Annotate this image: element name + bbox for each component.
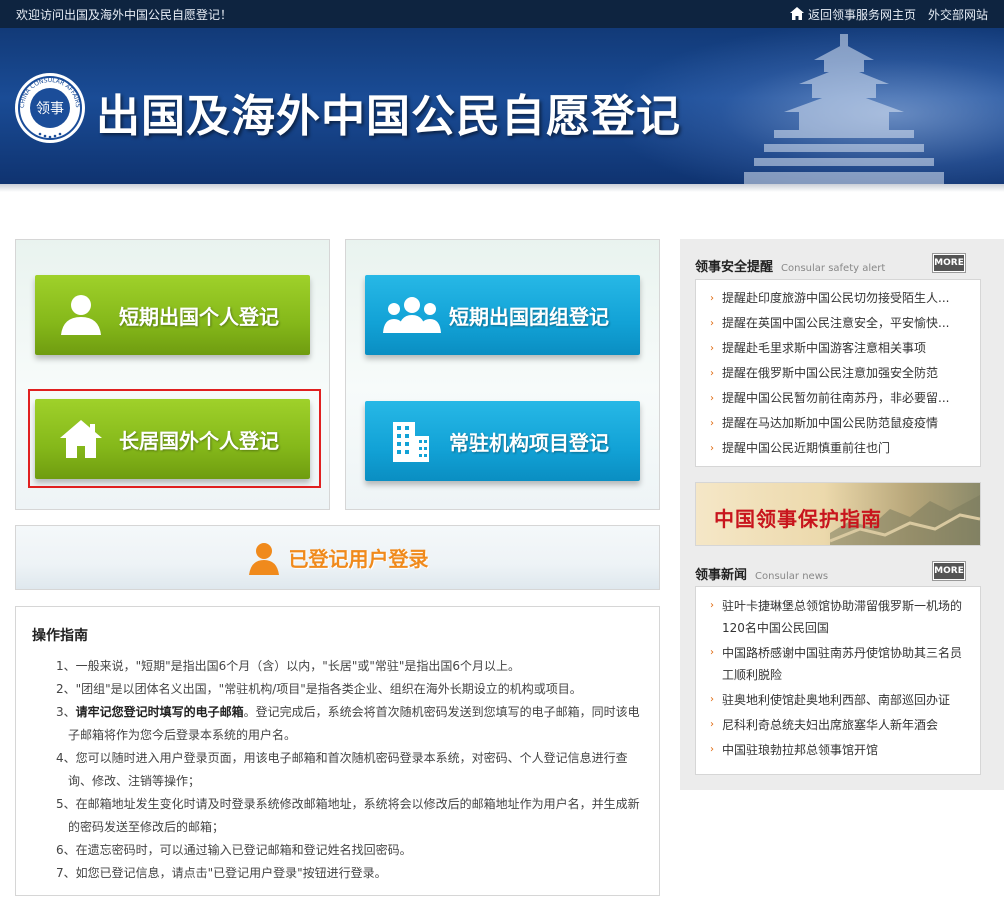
list-item[interactable]: › 提醒在马达加斯加中国公民防范鼠疫疫情 (708, 411, 970, 436)
arrow-icon: › (710, 744, 714, 755)
arrow-icon: › (710, 393, 714, 404)
top-links: 返回领事服务网主页 外交部网站 (789, 6, 988, 23)
guide-item: 6、在遗忘密码时，可以通过输入已登记邮箱和登记姓名找回密码。 (56, 843, 412, 857)
list-item[interactable]: › 驻奥地利使馆赴奥地利西部、南部巡回办证 (708, 689, 970, 711)
arrow-icon: › (710, 318, 714, 329)
list-item[interactable]: › 驻叶卡捷琳堡总领馆协助滞留俄罗斯一机场的120名中国公民回国 (708, 595, 970, 639)
arrow-icon: › (710, 694, 714, 705)
safety-alert-subtitle: Consular safety alert (781, 263, 886, 274)
guide-list: 1、一般来说，"短期"是指出国6个月（含）以内，"长居"或"常驻"是指出国6个月… (32, 655, 643, 885)
list-item[interactable]: › 提醒中国公民暂勿前往南苏丹，非必要留... (708, 386, 970, 411)
list-item-text: 中国路桥感谢中国驻南苏丹使馆协助其三名员工顺利脱险 (722, 646, 963, 682)
consular-news-list: › 驻叶卡捷琳堡总领馆协助滞留俄罗斯一机场的120名中国公民回国 › 中国路桥感谢中… (695, 586, 981, 775)
list-item-text: 提醒赴毛里求斯中国游客注意相关事项 (722, 341, 927, 355)
short-personal-register-label: 短期出国个人登记 (119, 304, 279, 329)
site-title: 出国及海外中国公民自愿登记 (96, 91, 681, 142)
building-icon (383, 416, 439, 466)
short-group-register-label: 短期出国团组登记 (449, 304, 609, 329)
home-icon (789, 7, 804, 20)
promo-text: 中国领事保护指南 (714, 507, 882, 531)
banner-shadow (0, 184, 1004, 192)
user-icon (248, 542, 279, 575)
arrow-icon: › (710, 719, 714, 730)
list-item[interactable]: › 提醒在英国中国公民注意安全，平安愉快... (708, 311, 970, 336)
consular-news-header: 领事新闻 Consular news (695, 564, 828, 584)
list-item-text: 提醒中国公民近期慎重前往也门 (722, 441, 891, 455)
registered-user-login-button[interactable]: 已登记用户登录 (15, 525, 660, 590)
guide-item-emphasis: 请牢记您登记时填写的电子邮箱 (75, 705, 244, 719)
arrow-icon: › (710, 343, 714, 354)
safety-alert-list: › 提醒赴印度旅游中国公民切勿接受陌生人... › 提醒在英国中国公民注意安全，平安… (695, 279, 981, 467)
consular-news-subtitle: Consular news (755, 571, 829, 582)
list-item-text: 提醒在俄罗斯中国公民注意加强安全防范 (722, 366, 939, 380)
arrow-icon: › (710, 443, 714, 454)
login-label: 已登记用户登录 (288, 547, 429, 571)
list-item[interactable]: › 提醒赴毛里求斯中国游客注意相关事项 (708, 336, 970, 361)
list-item[interactable]: › 提醒在俄罗斯中国公民注意加强安全防范 (708, 361, 970, 386)
home-link[interactable]: 返回领事服务网主页 (789, 6, 916, 23)
operation-guide: 操作指南 1、一般来说，"短期"是指出国6个月（含）以内，"长居"或"常驻"是指… (15, 606, 660, 896)
list-item[interactable]: › 中国路桥感谢中国驻南苏丹使馆协助其三名员工顺利脱险 (708, 642, 970, 686)
guide-item: 7、如您已登记信息，请点击"已登记用户登录"按钮进行登录。 (56, 866, 387, 880)
institution-register-button[interactable]: 常驻机构项目登记 (365, 401, 640, 481)
consular-emblem-logo: 领事 CHINA CONSULAR AFFAIRS (15, 73, 85, 143)
list-item[interactable]: › 中国驻琅勃拉邦总领事馆开馆 (708, 739, 970, 761)
news-more-button[interactable]: MORE (933, 562, 965, 580)
guide-title: 操作指南 (32, 628, 88, 644)
list-item-text: 提醒中国公民暂勿前往南苏丹，非必要留... (722, 391, 950, 405)
guide-item: 2、"团组"是以团体名义出国，"常驻机构/项目"是指各类企业、组织在海外长期设立… (56, 682, 582, 696)
guide-item: 5、在邮箱地址发生变化时请及时登录系统修改邮箱地址，系统将会以修改后的邮箱地址作… (56, 797, 640, 834)
temple-of-heaven-image (744, 34, 944, 184)
consular-news-title: 领事新闻 (695, 568, 748, 583)
mfa-link[interactable]: 外交部网站 (928, 6, 988, 23)
short-personal-register-button[interactable]: 短期出国个人登记 (35, 275, 310, 355)
consular-protection-guide-banner[interactable]: 中国领事保护指南 (695, 482, 981, 546)
guide-item: 1、一般来说，"短期"是指出国6个月（含）以内，"长居"或"常驻"是指出国6个月… (56, 659, 521, 673)
list-item[interactable]: › 提醒中国公民近期慎重前往也门 (708, 436, 970, 461)
arrow-icon: › (710, 368, 714, 379)
person-icon (53, 290, 109, 340)
arrow-icon: › (710, 647, 714, 658)
short-group-register-button[interactable]: 短期出国团组登记 (365, 275, 640, 355)
institution-register-label: 常驻机构项目登记 (449, 430, 609, 455)
guide-item-number: 3、 (56, 705, 76, 719)
home-link-label: 返回领事服务网主页 (807, 8, 916, 22)
list-item[interactable]: › 提醒赴印度旅游中国公民切勿接受陌生人... (708, 286, 970, 311)
safety-alert-title: 领事安全提醒 (695, 260, 774, 275)
guide-item: 3、请牢记您登记时填写的电子邮箱。登记完成后，系统会将首次随机密码发送到您填写的… (56, 701, 643, 747)
welcome-text: 欢迎访问出国及海外中国公民自愿登记！ (16, 8, 233, 22)
guide-item: 4、您可以随时进入用户登录页面，用该电子邮箱和首次随机密码登录本系统，对密码、个… (56, 751, 628, 788)
top-bar: 欢迎访问出国及海外中国公民自愿登记！ 返回领事服务网主页 外交部网站 (0, 0, 1004, 28)
list-item-text: 尼科利奇总统夫妇出席旅塞华人新年酒会 (722, 718, 939, 732)
banner: 领事 CHINA CONSULAR AFFAIRS 出国及海外中国公民自愿登记 (0, 28, 1004, 184)
list-item-text: 驻叶卡捷琳堡总领馆协助滞留俄罗斯一机场的120名中国公民回国 (722, 599, 963, 635)
list-item-text: 提醒在英国中国公民注意安全，平安愉快... (722, 316, 950, 330)
list-item-text: 中国驻琅勃拉邦总领事馆开馆 (722, 743, 879, 757)
safety-more-button[interactable]: MORE (933, 254, 965, 272)
selection-highlight-frame (28, 389, 321, 488)
list-item-text: 驻奥地利使馆赴奥地利西部、南部巡回办证 (722, 693, 951, 707)
list-item-text: 提醒赴印度旅游中国公民切勿接受陌生人... (722, 291, 950, 305)
group-icon (381, 290, 443, 340)
arrow-icon: › (710, 418, 714, 429)
list-item-text: 提醒在马达加斯加中国公民防范鼠疫疫情 (722, 416, 939, 430)
arrow-icon: › (710, 600, 714, 611)
safety-alert-header: 领事安全提醒 Consular safety alert (695, 256, 885, 276)
svg-text:领事: 领事 (36, 101, 64, 117)
arrow-icon: › (710, 293, 714, 304)
list-item[interactable]: › 尼科利奇总统夫妇出席旅塞华人新年酒会 (708, 714, 970, 736)
